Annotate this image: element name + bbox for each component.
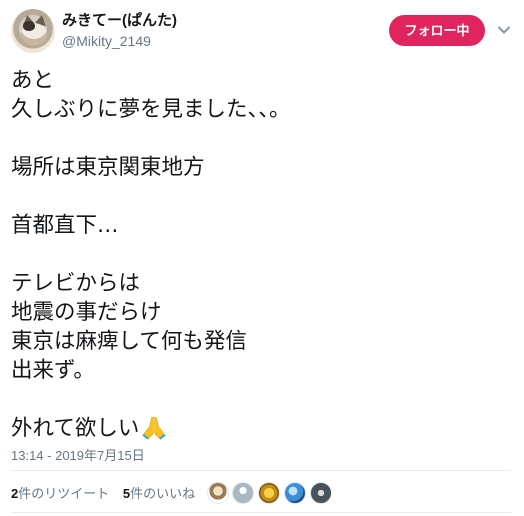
cat-patch [23, 21, 35, 31]
liker-avatar-5[interactable] [310, 482, 332, 504]
liker-avatar-2[interactable] [232, 482, 254, 504]
tweet-line: 外れて欲しい [11, 416, 140, 441]
display-name[interactable]: みきてー(ぱんた) [62, 11, 177, 31]
likes-stat[interactable]: 5件のいいね [123, 483, 195, 502]
screen-name[interactable]: @Mikity_2149 [62, 32, 177, 50]
retweets-stat[interactable]: 2件のリツイート [11, 483, 109, 502]
retweets-label: 件のリツイート [18, 486, 110, 501]
tweet-timestamp[interactable]: 13:14 - 2019年7月15日 [11, 445, 145, 464]
following-button[interactable]: フォロー中 [389, 15, 485, 46]
liker-avatar-4[interactable] [284, 482, 306, 504]
likes-label: 件のいいね [130, 486, 196, 501]
user-avatar[interactable] [11, 9, 55, 53]
tweet-line: 場所は東京関東地方 [11, 155, 205, 180]
tweet-line: 出来ず。 [11, 358, 95, 383]
tweet-line: 東京は麻痺して何も発信 [11, 329, 247, 354]
tweet-line-last: 外れて欲しい [11, 414, 511, 443]
tweet-text: あと 久しぶりに夢を見ました、、。 場所は東京関東地方 首都直下… テレビからは… [11, 66, 511, 443]
tweet-line: テレビからは [11, 271, 141, 296]
divider [11, 512, 511, 513]
tweet-line: 久しぶりに夢を見ました、、。 [11, 97, 291, 122]
liker-avatar-1[interactable] [207, 482, 229, 504]
tweet-line: あと [11, 68, 55, 93]
chevron-down-icon[interactable] [496, 22, 512, 38]
tweet-line: 地震の事だらけ [11, 300, 162, 325]
user-names[interactable]: みきてー(ぱんた) @Mikity_2149 [62, 11, 177, 50]
tweet-stats: 2件のリツイート 5件のいいね [11, 483, 205, 502]
tweet-line: 首都直下… [11, 213, 119, 238]
divider [11, 470, 511, 471]
folded-hands-icon [142, 416, 166, 440]
liker-avatar-3[interactable] [258, 482, 280, 504]
tweet-card: みきてー(ぱんた) @Mikity_2149 フォロー中 あと 久しぶりに夢を見… [0, 0, 524, 516]
